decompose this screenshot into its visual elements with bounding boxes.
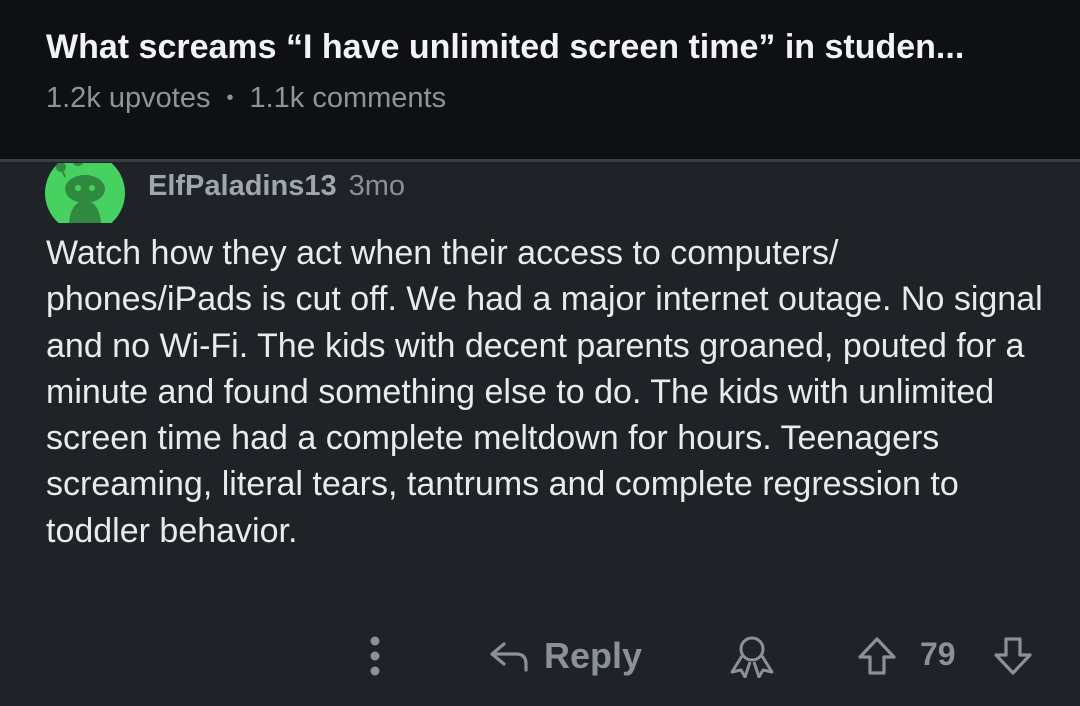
- comment-meta: ElfPaladins13 3mo: [148, 170, 405, 203]
- snoo-avatar-icon: [45, 163, 125, 223]
- upvote-arrow-icon: [858, 637, 896, 675]
- meta-separator: •: [226, 87, 234, 109]
- upvote-button[interactable]: [856, 636, 898, 676]
- more-options-button[interactable]: [360, 634, 390, 678]
- post-header: What screams “I have unlimited screen ti…: [0, 0, 1080, 160]
- downvote-button[interactable]: [992, 636, 1034, 676]
- comment-score: 79: [920, 636, 956, 672]
- reply-label: Reply: [544, 635, 643, 676]
- comment-age: 3mo: [348, 170, 406, 202]
- reply-arrow-icon: [490, 642, 528, 672]
- comment-count[interactable]: 1.1k comments: [249, 82, 446, 115]
- comment-author[interactable]: ElfPaladins13: [148, 170, 337, 203]
- comment-body: Watch how they act when their access to …: [46, 234, 1043, 550]
- downvote-arrow-icon: [994, 637, 1032, 675]
- post-meta: 1.2k upvotes • 1.1k comments: [46, 82, 446, 115]
- upvote-count: 1.2k upvotes: [46, 82, 211, 114]
- post-title[interactable]: What screams “I have unlimited screen ti…: [46, 28, 1046, 67]
- reply-button[interactable]: Reply: [488, 632, 642, 680]
- award-icon: [730, 636, 774, 678]
- more-vertical-icon: [370, 636, 380, 676]
- avatar[interactable]: [45, 163, 125, 223]
- award-button[interactable]: [728, 634, 776, 678]
